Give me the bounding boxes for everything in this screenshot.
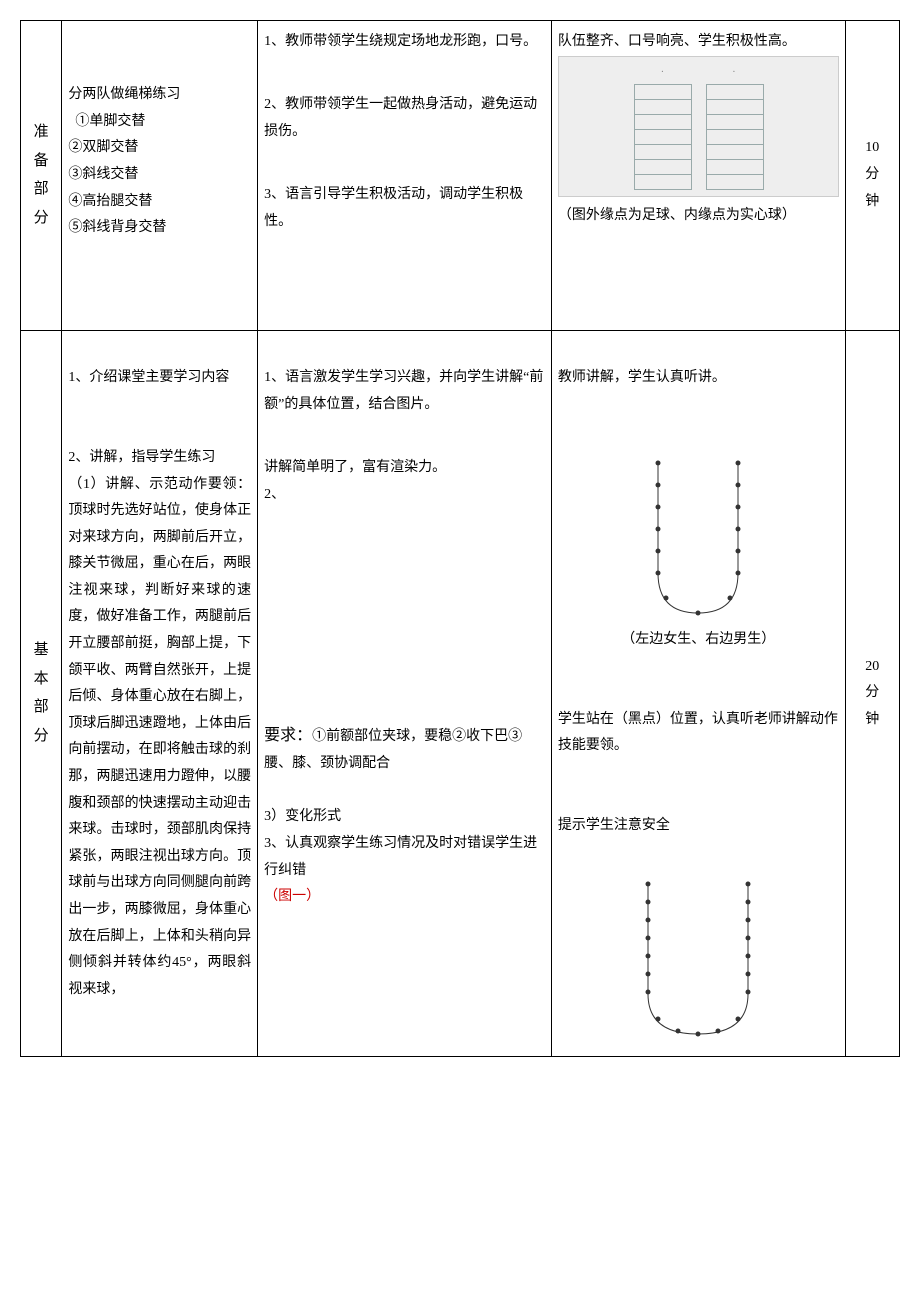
prep-item-3: ③斜线交替: [68, 162, 251, 189]
basic-teacher-1: 1、语言激发学生学习兴趣，并向学生讲解“前额”的具体位置，结合图片。: [264, 365, 545, 418]
basic-student-1: 教师讲解，学生认真听讲。: [558, 365, 839, 392]
basic-student-2: 学生站在（黑点）位置，认真听老师讲解动作技能要领。: [558, 707, 839, 760]
basic-teacher-2num: 2、: [264, 482, 545, 509]
prep-intro: 分两队做绳梯练习: [68, 82, 251, 109]
req-label: 要求：: [264, 727, 312, 744]
basic-body: （1）讲解、示范动作要领：顶球时先选好站位，使身体正对来球方向，两脚前后开立，膝…: [68, 472, 251, 1004]
basic-teacher-fig: （图一）: [264, 884, 545, 911]
basic-student: 教师讲解，学生认真听讲。 （左边女生、右边男生） 学生站在（黑点）位置，认真听老…: [551, 330, 845, 1057]
prep-item-4: ④高抬腿交替: [68, 189, 251, 216]
table-row: 基 本 部 分 1、介绍课堂主要学习内容 2、讲解，指导学生练习 （1）讲解、示…: [21, 330, 900, 1057]
prep-student-line: 队伍整齐、口号响亮、学生积极性高。: [558, 29, 839, 56]
table-row: 准 备 部 分 分两队做绳梯练习 ①单脚交替 ②双脚交替 ③斜线交替 ④高抬腿交…: [21, 21, 900, 331]
u-formation-diagram-1: [618, 453, 778, 623]
prep-item-2: ②双脚交替: [68, 135, 251, 162]
basic-time: 20 分 钟: [845, 330, 899, 1057]
basic-teacher: 1、语言激发学生学习兴趣，并向学生讲解“前额”的具体位置，结合图片。 讲解简单明…: [258, 330, 552, 1057]
lesson-plan-page: 准 备 部 分 分两队做绳梯练习 ①单脚交替 ②双脚交替 ③斜线交替 ④高抬腿交…: [20, 20, 900, 1057]
basic-teacher-req: 要求：①前额部位夹球，要稳②收下巴③腰、膝、颈协调配合: [264, 721, 545, 778]
prep-time: 10 分 钟: [845, 21, 899, 331]
u-formation-diagram-2: [608, 874, 788, 1044]
prep-teacher-1: 1、教师带领学生绕规定场地龙形跑，口号。: [264, 29, 545, 56]
ladder-diagram: · ·: [558, 56, 839, 197]
section-label-basic: 基 本 部 分: [21, 330, 62, 1057]
basic-teacher-2: 讲解简单明了，富有渲染力。: [264, 455, 545, 482]
prep-student-caption: （图外缘点为足球、内缘点为实心球）: [558, 203, 839, 230]
basic-teacher-3b: 3、认真观察学生练习情况及时对错误学生进行纠错: [264, 831, 545, 884]
prep-teacher: 1、教师带领学生绕规定场地龙形跑，口号。 2、教师带领学生一起做热身活动，避免运…: [258, 21, 552, 331]
u-diagram-caption: （左边女生、右边男生）: [558, 627, 839, 654]
basic-content: 1、介绍课堂主要学习内容 2、讲解，指导学生练习 （1）讲解、示范动作要领：顶球…: [62, 330, 258, 1057]
basic-h2: 2、讲解，指导学生练习: [68, 445, 251, 472]
lesson-table: 准 备 部 分 分两队做绳梯练习 ①单脚交替 ②双脚交替 ③斜线交替 ④高抬腿交…: [20, 20, 900, 1057]
section-label-prep: 准 备 部 分: [21, 21, 62, 331]
prep-teacher-3: 3、语言引导学生积极活动，调动学生积极性。: [264, 182, 545, 235]
prep-item-5: ⑤斜线背身交替: [68, 215, 251, 242]
prep-teacher-2: 2、教师带领学生一起做热身活动，避免运动损伤。: [264, 92, 545, 145]
prep-item-1: ①单脚交替: [68, 109, 251, 136]
prep-content: 分两队做绳梯练习 ①单脚交替 ②双脚交替 ③斜线交替 ④高抬腿交替 ⑤斜线背身交…: [62, 21, 258, 331]
basic-student-3: 提示学生注意安全: [558, 813, 839, 840]
prep-student: 队伍整齐、口号响亮、学生积极性高。 · ·: [551, 21, 845, 331]
basic-h1: 1、介绍课堂主要学习内容: [68, 365, 251, 392]
basic-teacher-3a: 3）变化形式: [264, 804, 545, 831]
